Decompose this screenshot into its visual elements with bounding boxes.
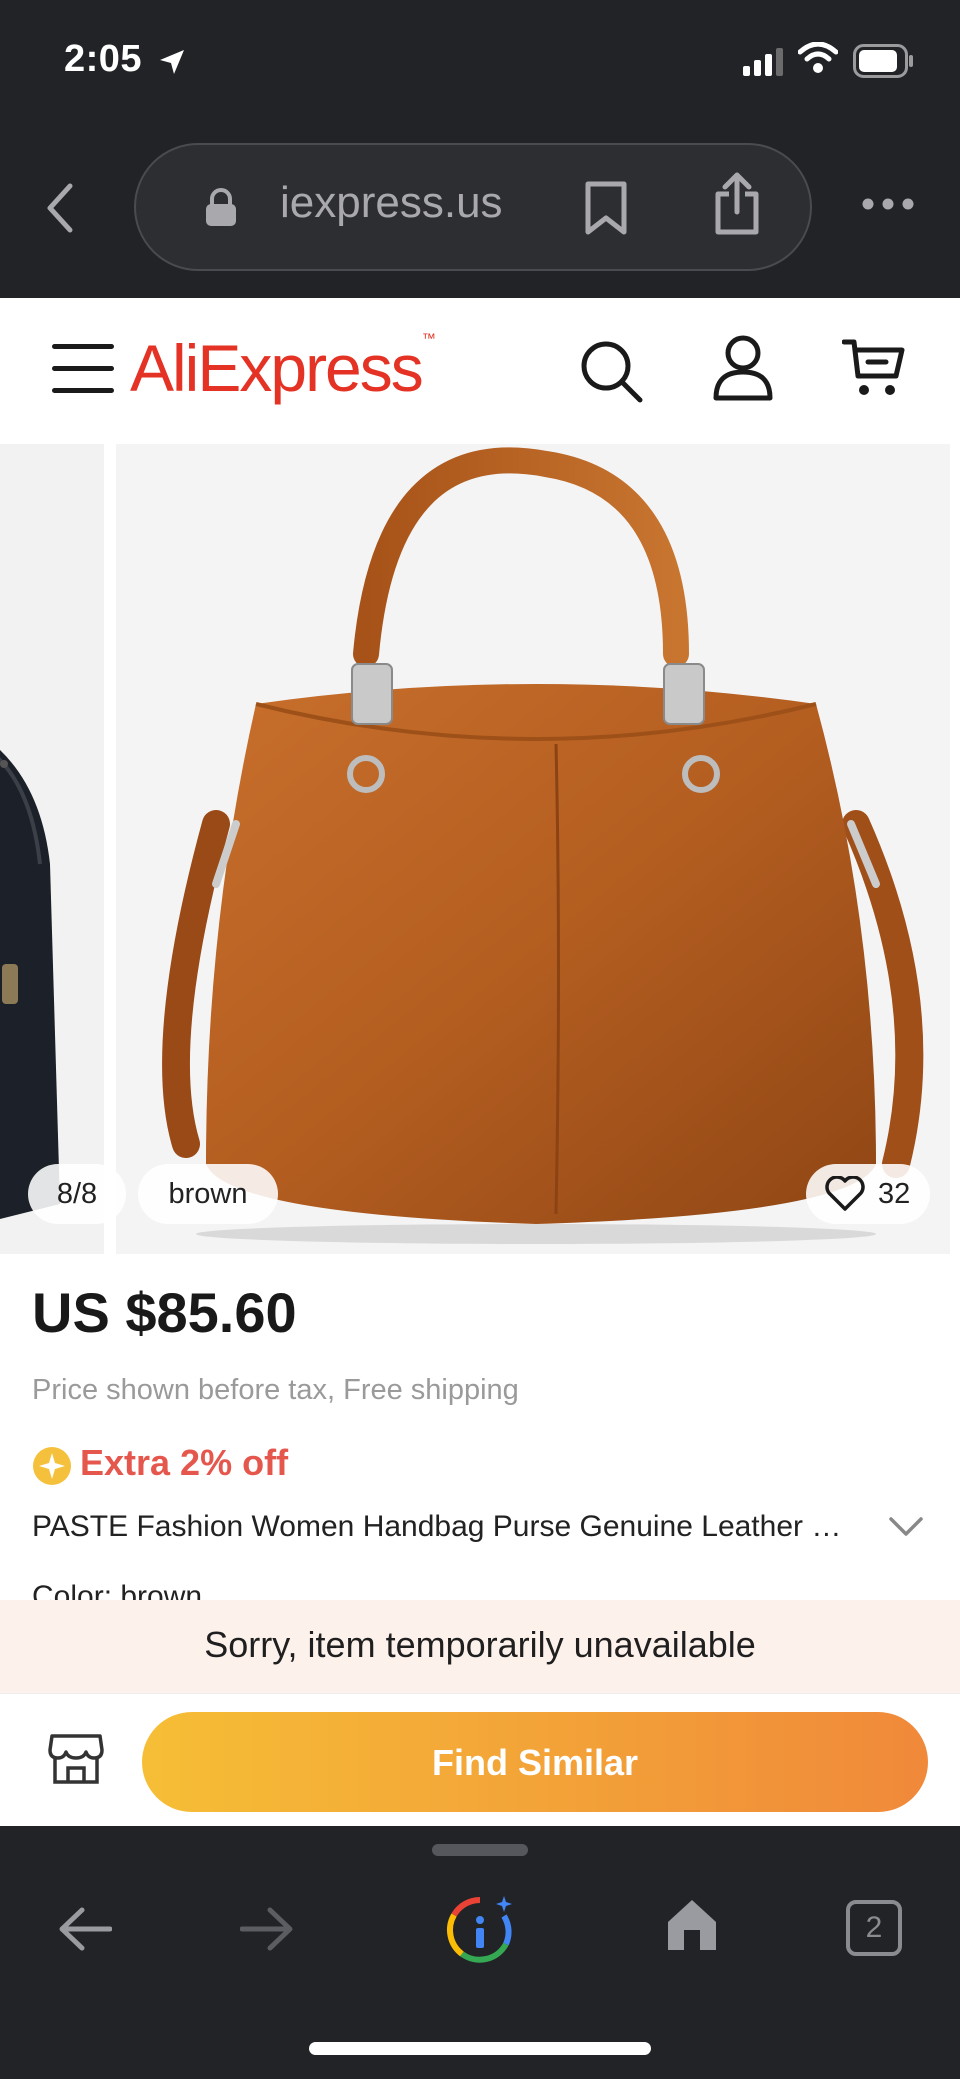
chevron-down-icon[interactable] bbox=[888, 1516, 924, 1538]
store-icon[interactable] bbox=[48, 1732, 104, 1786]
menu-icon[interactable] bbox=[52, 344, 114, 394]
home-indicator[interactable] bbox=[309, 2042, 651, 2055]
account-icon[interactable] bbox=[712, 334, 774, 402]
color-row[interactable]: Color: brown bbox=[32, 1580, 202, 1600]
more-icon[interactable] bbox=[862, 198, 914, 210]
color-badge: brown bbox=[138, 1164, 278, 1224]
google-lens-icon[interactable] bbox=[444, 1894, 516, 1966]
product-price: US $85.60 bbox=[32, 1281, 297, 1344]
share-icon[interactable] bbox=[712, 172, 762, 236]
logo-text: AliExpress bbox=[130, 331, 424, 405]
search-icon[interactable] bbox=[578, 338, 644, 404]
lock-icon bbox=[206, 188, 236, 226]
battery-icon bbox=[853, 44, 913, 78]
sheet-grabber[interactable] bbox=[432, 1844, 528, 1856]
coin-star-icon bbox=[33, 1447, 71, 1485]
location-arrow-icon bbox=[160, 50, 184, 74]
black-bag-image bbox=[0, 750, 60, 1219]
home-icon[interactable] bbox=[664, 1896, 720, 1952]
cellular-signal-icon bbox=[743, 48, 783, 76]
previous-product-image[interactable] bbox=[0, 444, 104, 1254]
brown-handbag-image bbox=[162, 447, 924, 1244]
wifi-icon bbox=[798, 42, 838, 73]
likes-count: 32 bbox=[878, 1178, 911, 1210]
status-bar: 2:05 bbox=[0, 0, 960, 130]
back-arrow-icon[interactable] bbox=[58, 1906, 112, 1952]
price-note: Price shown before tax, Free shipping bbox=[32, 1374, 519, 1406]
forward-arrow-icon[interactable] bbox=[240, 1906, 294, 1952]
browser-back-icon[interactable] bbox=[44, 182, 74, 234]
find-similar-button[interactable]: Find Similar bbox=[142, 1712, 928, 1812]
url-text: iexpress.us bbox=[280, 178, 503, 227]
product-image[interactable] bbox=[116, 444, 950, 1254]
logo-trademark: ™ bbox=[421, 330, 436, 346]
unavailable-message: Sorry, item temporarily unavailable bbox=[204, 1624, 756, 1665]
status-time: 2:05 bbox=[64, 38, 143, 80]
product-title[interactable]: PASTE Fashion Women Handbag Purse Genuin… bbox=[32, 1510, 842, 1544]
image-counter-badge: 8/8 bbox=[28, 1164, 126, 1224]
cart-icon[interactable] bbox=[842, 336, 906, 400]
bookmark-icon[interactable] bbox=[584, 180, 628, 236]
heart-icon bbox=[825, 1176, 865, 1211]
wishlist-button[interactable]: 32 bbox=[806, 1164, 930, 1224]
aliexpress-logo[interactable]: AliExpress™ bbox=[130, 330, 436, 406]
tabs-button[interactable]: 2 bbox=[846, 1900, 902, 1956]
promo-label: Extra 2% off bbox=[80, 1442, 289, 1483]
